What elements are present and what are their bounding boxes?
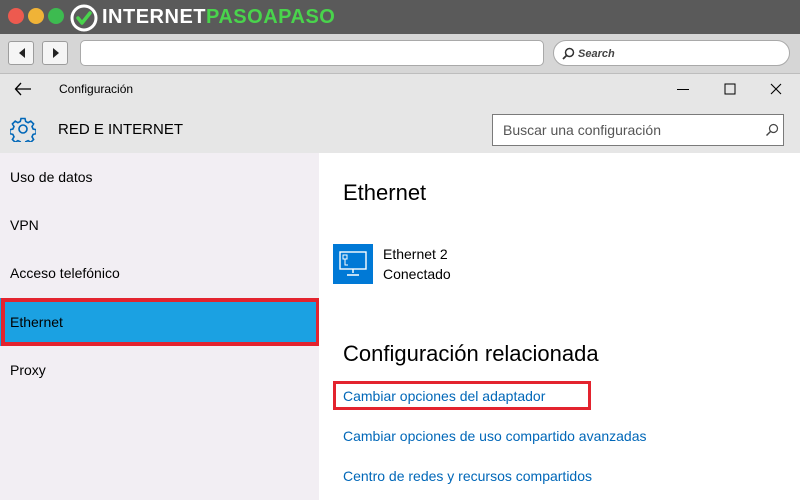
sidebar-item-vpn[interactable]: VPN — [0, 201, 319, 249]
related-settings-heading: Configuración relacionada — [343, 341, 599, 366]
search-icon — [562, 47, 575, 60]
sidebar-item-label: Ethernet — [10, 314, 63, 330]
sidebar-item-label: Uso de datos — [10, 169, 93, 185]
address-bar[interactable] — [80, 40, 544, 66]
connection-status: Conectado — [383, 266, 451, 282]
check-circle-icon — [70, 4, 98, 32]
sidebar-item-label: Proxy — [10, 362, 46, 378]
sidebar-item-label: VPN — [10, 217, 39, 233]
sidebar-item-ethernet[interactable]: Ethernet — [0, 298, 319, 346]
settings-header: RED E INTERNET — [0, 104, 800, 153]
sidebar-item-uso-de-datos[interactable]: Uso de datos — [0, 153, 319, 201]
page-title: Ethernet — [343, 180, 427, 205]
settings-search-input[interactable] — [493, 115, 758, 145]
search-label: Search — [578, 48, 615, 60]
maximize-icon[interactable] — [721, 80, 739, 98]
sidebar-item-acceso-telefonico[interactable]: Acceso telefónico — [0, 249, 319, 297]
advanced-sharing-link[interactable]: Cambiar opciones de uso compartido avanz… — [343, 428, 647, 445]
ethernet-monitor-icon[interactable] — [333, 244, 373, 284]
minimize-window-dot[interactable] — [28, 8, 44, 24]
browser-back-button[interactable] — [8, 41, 34, 65]
monitor-icon — [339, 251, 367, 276]
close-window-dot[interactable] — [8, 8, 24, 24]
browser-search-field[interactable]: Search — [553, 40, 790, 66]
zoom-window-dot[interactable] — [48, 8, 64, 24]
connection-name[interactable]: Ethernet 2 — [383, 246, 448, 263]
sidebar-item-label: Acceso telefónico — [10, 265, 120, 281]
settings-search[interactable] — [492, 114, 784, 146]
change-adapter-options-link[interactable]: Cambiar opciones del adaptador — [343, 388, 545, 405]
arrow-left-icon[interactable] — [14, 82, 32, 96]
sidebar-item-proxy[interactable]: Proxy — [0, 346, 319, 394]
browser-toolbar: Search — [0, 34, 800, 74]
browser-title-bar: INTERNETPASOAPASO — [0, 0, 800, 34]
browser-forward-button[interactable] — [42, 41, 68, 65]
settings-title-bar: Configuración — [0, 74, 800, 104]
right-arrow-icon — [53, 48, 59, 58]
sidebar: Uso de datos VPN Acceso telefónico Ether… — [0, 153, 319, 500]
network-sharing-center-link[interactable]: Centro de redes y recursos compartidos — [343, 468, 592, 485]
minimize-icon[interactable] — [674, 80, 692, 98]
site-brand: INTERNETPASOAPASO — [102, 6, 335, 28]
left-arrow-icon — [19, 48, 25, 58]
gear-icon — [10, 117, 36, 142]
brand-part-1: INTERNET — [102, 6, 206, 28]
search-icon[interactable] — [765, 123, 779, 137]
brand-part-2: PASOAPASO — [206, 6, 336, 28]
close-icon[interactable] — [767, 80, 785, 98]
window-title: Configuración — [59, 82, 134, 96]
section-title: RED E INTERNET — [58, 121, 184, 138]
